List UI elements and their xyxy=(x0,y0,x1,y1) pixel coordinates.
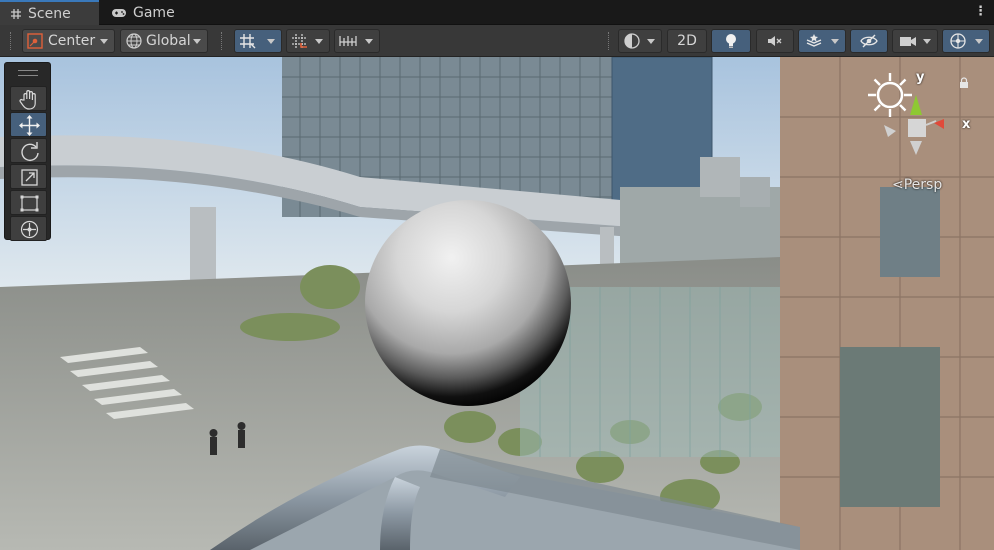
scene-viewport[interactable]: y x ⋖Persp xyxy=(0,57,994,550)
pivot-mode-dropdown[interactable]: Center xyxy=(22,29,115,53)
chevron-down-icon xyxy=(831,39,839,44)
projection-toggle[interactable]: ⋖Persp xyxy=(892,177,942,193)
grid-snap-icon xyxy=(240,34,256,49)
tab-scene[interactable]: Scene xyxy=(0,0,99,25)
lighting-toggle[interactable] xyxy=(711,29,751,53)
scene-visibility-toggle[interactable] xyxy=(850,29,888,53)
lightbulb-icon xyxy=(726,34,736,48)
rect-tool-button[interactable] xyxy=(10,190,47,215)
panel-grip[interactable] xyxy=(18,70,38,76)
transform-icon xyxy=(20,220,39,239)
chevron-down-icon xyxy=(267,39,275,44)
persp-arrow-icon: ⋖ xyxy=(892,177,904,193)
draw-mode-dropdown[interactable] xyxy=(618,29,662,53)
lock-icon[interactable] xyxy=(958,77,970,93)
chevron-down-icon xyxy=(365,39,373,44)
axis-x-label: x xyxy=(962,117,971,132)
axis-y-label: y xyxy=(916,70,925,85)
grid-hash-icon xyxy=(11,8,21,19)
pivot-mode-label: Center xyxy=(48,33,96,49)
scene-toolbar: Center Global 2D xyxy=(0,25,994,57)
globe-icon xyxy=(126,33,142,49)
rect-transform-icon xyxy=(20,195,39,212)
more-options-icon[interactable]: ⋮ xyxy=(974,4,987,20)
pivot-rotation-label: Global xyxy=(146,33,191,49)
increment-snap-icon xyxy=(292,34,307,48)
tab-game-label: Game xyxy=(133,4,175,21)
toolbar-grip[interactable] xyxy=(608,32,610,50)
gizmo-globe-icon xyxy=(950,33,966,49)
chevron-down-icon xyxy=(647,39,655,44)
chevron-down-icon xyxy=(315,39,323,44)
camera-settings-dropdown[interactable] xyxy=(892,29,938,53)
eye-hidden-icon xyxy=(860,34,878,48)
chevron-down-icon xyxy=(923,39,931,44)
projection-label: Persp xyxy=(903,177,943,193)
tab-scene-label: Scene xyxy=(28,5,71,22)
pivot-rotation-dropdown[interactable]: Global xyxy=(120,29,208,53)
effects-dropdown[interactable] xyxy=(798,29,846,53)
transform-tool-button[interactable] xyxy=(10,216,47,241)
chevron-down-icon xyxy=(193,39,201,44)
ruler-icon xyxy=(339,36,357,46)
gizmos-dropdown[interactable] xyxy=(942,29,990,53)
toolbar-grip[interactable] xyxy=(221,32,223,50)
increment-snapping-dropdown[interactable] xyxy=(286,29,330,53)
tools-overlay-panel xyxy=(4,62,51,241)
pivot-icon xyxy=(27,33,43,49)
shading-mode-icon xyxy=(624,33,640,49)
audio-toggle[interactable] xyxy=(756,29,794,53)
scene-background-image xyxy=(0,57,994,550)
chevron-down-icon xyxy=(975,39,983,44)
grid-snapping-toggle[interactable] xyxy=(234,29,282,53)
effects-layers-icon xyxy=(806,34,822,47)
rotate-tool-button[interactable] xyxy=(10,138,47,163)
toolbar-grip[interactable] xyxy=(10,32,12,50)
tab-game[interactable]: Game xyxy=(101,0,191,25)
scale-tool-button[interactable] xyxy=(10,164,47,189)
move-arrows-icon xyxy=(19,115,40,136)
audio-muted-icon xyxy=(768,36,782,46)
camera-icon xyxy=(900,37,916,46)
sun-icon xyxy=(868,73,912,117)
view-tool-button[interactable] xyxy=(10,86,47,111)
2d-mode-toggle[interactable]: 2D xyxy=(667,29,707,53)
move-tool-button[interactable] xyxy=(10,112,47,137)
ruler-snap-dropdown[interactable] xyxy=(334,29,380,53)
gamepad-icon xyxy=(112,8,126,17)
tab-bar: Scene Game ⋮ xyxy=(0,0,994,25)
hand-icon xyxy=(19,90,36,110)
rotate-icon xyxy=(21,142,39,162)
scale-icon xyxy=(21,169,38,186)
chevron-down-icon xyxy=(100,39,108,44)
2d-mode-label: 2D xyxy=(677,33,697,49)
